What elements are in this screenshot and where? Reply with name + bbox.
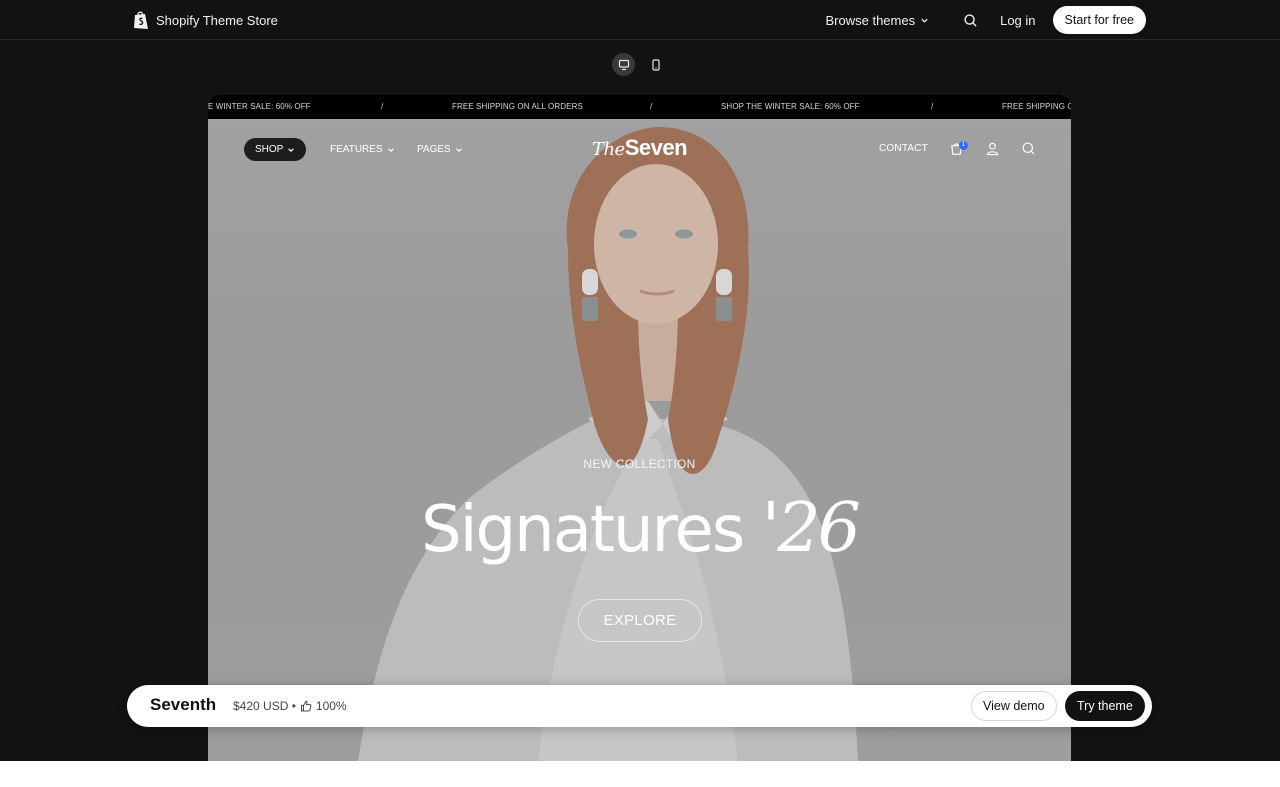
browse-themes-button[interactable]: Browse themes: [826, 13, 930, 28]
logo-the: The: [591, 139, 625, 160]
hero-portrait-image: [208, 119, 1071, 761]
theme-preview-frame: E WINTER SALE: 60% OFF / FREE SHIPPING O…: [208, 95, 1071, 761]
theme-price: $420 USD •: [233, 699, 296, 713]
top-nav-actions: Browse themes Log in Start for free: [826, 6, 1146, 34]
chevron-down-icon: [921, 18, 928, 23]
ticker-item: E WINTER SALE: 60% OFF: [208, 102, 311, 111]
theme-price-rating: $420 USD • 100%: [233, 699, 347, 713]
ticker-item: SHOP THE WINTER SALE: 60% OFF: [721, 102, 860, 111]
ticker-item: FREE SHIPPING O: [1002, 102, 1071, 111]
theme-rating: 100%: [315, 699, 347, 713]
shopify-bag-icon: [134, 11, 148, 29]
ticker-separator: /: [931, 102, 934, 111]
top-navigation: Shopify Theme Store Browse themes Log in…: [0, 0, 1280, 40]
hero-subtitle: NEW COLLECTION: [583, 457, 696, 471]
start-for-free-button[interactable]: Start for free: [1052, 6, 1146, 34]
try-theme-button[interactable]: Try theme: [1065, 691, 1145, 721]
view-demo-button[interactable]: View demo: [971, 691, 1057, 721]
ticker-separator: /: [381, 102, 384, 111]
search-icon[interactable]: [1021, 141, 1036, 156]
desktop-view-toggle[interactable]: [612, 53, 635, 76]
store-logo[interactable]: TheSeven: [208, 135, 1071, 161]
hero-title-year: '26: [761, 489, 861, 568]
ticker-separator: /: [650, 102, 653, 111]
search-icon[interactable]: [963, 13, 978, 28]
mobile-icon: [651, 58, 660, 71]
theme-info-bar: Seventh $420 USD • 100% View demo Try th…: [127, 685, 1152, 727]
desktop-icon: [618, 59, 629, 70]
thumbs-up-icon: [300, 700, 312, 712]
hero-banner: SHOP FEATURES PAGES TheSeven CONTACT 1 N…: [208, 119, 1071, 761]
explore-button[interactable]: EXPLORE: [578, 599, 702, 642]
ticker-item: FREE SHIPPING ON ALL ORDERS: [452, 102, 583, 111]
logo-seven: Seven: [624, 135, 688, 160]
brand[interactable]: Shopify Theme Store: [133, 10, 278, 30]
cart-count-badge: 1: [959, 141, 968, 150]
login-link[interactable]: Log in: [1000, 13, 1035, 28]
account-icon[interactable]: [985, 141, 1000, 156]
mobile-view-toggle[interactable]: [644, 53, 667, 76]
device-toggle-group: [612, 53, 667, 76]
theme-store-stage: Shopify Theme Store Browse themes Log in…: [0, 0, 1280, 761]
brand-label: Shopify Theme Store: [156, 12, 278, 28]
hero-title: Signatures '26: [208, 487, 1071, 568]
browse-themes-label: Browse themes: [825, 12, 916, 28]
theme-name: Seventh: [150, 695, 217, 714]
hero-title-main: Signatures: [421, 493, 745, 567]
announcement-ticker: E WINTER SALE: 60% OFF / FREE SHIPPING O…: [208, 95, 1071, 119]
contact-link[interactable]: CONTACT: [879, 143, 928, 154]
store-navigation: SHOP FEATURES PAGES TheSeven CONTACT 1: [208, 119, 1071, 179]
